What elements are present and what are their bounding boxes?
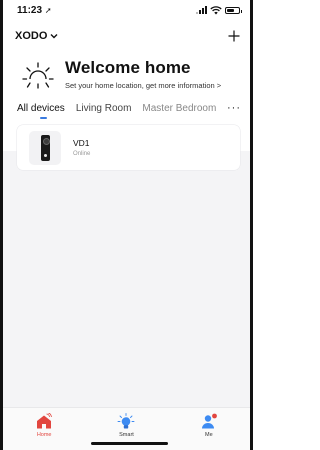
tab-me-label: Me xyxy=(204,432,213,438)
tab-smart-label: Smart xyxy=(119,432,134,438)
tab-home-label: Home xyxy=(36,432,52,438)
home-icon xyxy=(37,413,53,429)
tab-master-bedroom[interactable]: Master Bedroom xyxy=(142,103,216,114)
profile-icon xyxy=(201,413,217,429)
status-time: 11:23 ➚ xyxy=(17,4,52,16)
welcome-subtitle[interactable]: Set your home location, get more informa… xyxy=(65,81,221,90)
welcome-banner[interactable]: Welcome home Set your home location, get… xyxy=(21,54,244,94)
tab-living-room[interactable]: Living Room xyxy=(76,103,132,114)
wifi-icon xyxy=(210,5,222,14)
smart-bulb-icon xyxy=(118,413,135,429)
add-device-button[interactable] xyxy=(228,27,240,45)
doorbell-icon xyxy=(29,130,61,165)
status-bar: 11:23 ➚ xyxy=(3,0,250,20)
header: XODO xyxy=(3,26,250,46)
tab-home[interactable]: Home xyxy=(14,413,74,438)
plus-icon xyxy=(228,30,240,42)
device-info: VD1 Online xyxy=(73,138,90,157)
signal-icon xyxy=(196,6,207,14)
welcome-title: Welcome home xyxy=(65,58,191,77)
device-status: Online xyxy=(73,151,91,157)
chevron-down-icon xyxy=(50,34,58,39)
sun-icon xyxy=(22,62,54,89)
status-indicators xyxy=(196,5,242,15)
device-card[interactable]: VD1 Online xyxy=(17,125,240,170)
more-rooms-button[interactable]: ··· xyxy=(224,98,244,118)
device-name: VD1 xyxy=(73,138,90,148)
tab-me[interactable]: Me xyxy=(179,413,239,438)
tab-all-devices[interactable]: All devices xyxy=(17,103,65,114)
tab-smart[interactable]: Smart xyxy=(96,413,156,438)
home-selector[interactable]: XODO xyxy=(15,30,58,42)
location-arrow-icon: ➚ xyxy=(44,5,52,15)
app-screen: 11:23 ➚ XODO Welcome home Set your home … xyxy=(0,0,253,450)
battery-icon xyxy=(225,6,242,14)
active-tab-indicator xyxy=(40,117,47,119)
welcome-text: Welcome home Set your home location, get… xyxy=(65,58,221,90)
home-indicator xyxy=(91,442,168,445)
home-name: XODO xyxy=(15,30,48,42)
room-tabs: All devices Living Room Master Bedroom xyxy=(3,98,250,118)
